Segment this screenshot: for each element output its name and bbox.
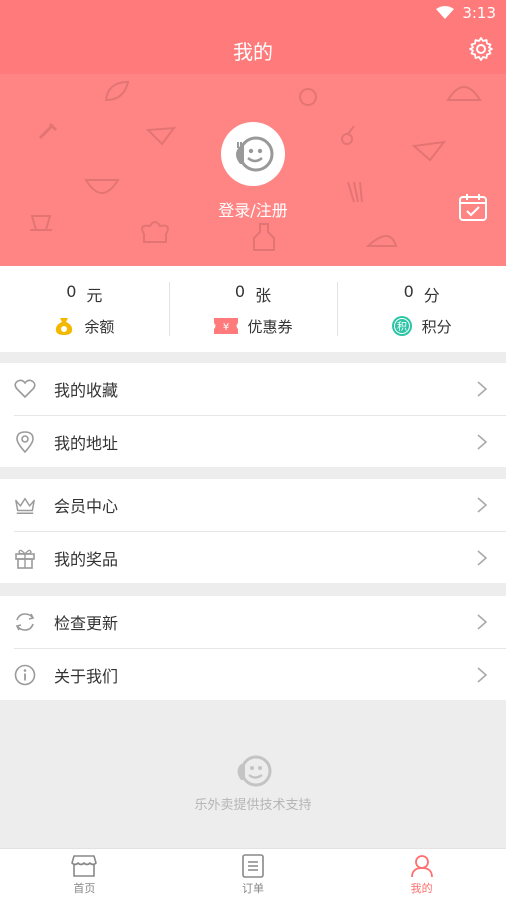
- profile-hero: 登录/注册: [0, 74, 506, 266]
- menu-group-favorites: 我的收藏 我的地址: [0, 363, 506, 467]
- balance-stat[interactable]: 0元 余额: [0, 266, 169, 352]
- balance-value: 0: [66, 281, 77, 301]
- watermelon-doodle-icon: [84, 179, 120, 194]
- points-label: 积分: [421, 317, 452, 336]
- menu-item-label: 我的地址: [54, 433, 119, 453]
- pizza-doodle-icon: [146, 126, 176, 146]
- menu-item-member-center[interactable]: 会员中心: [0, 479, 506, 531]
- taco-doodle-icon: [446, 86, 482, 101]
- menu-item-about-us[interactable]: 关于我们: [14, 648, 506, 700]
- store-icon: [71, 854, 98, 877]
- slice-doodle-icon: [412, 140, 446, 162]
- bottom-tab-bar: 首页 订单 我的: [0, 848, 506, 900]
- chevron-right-icon: [477, 667, 488, 683]
- tech-support-footer: 乐外卖提供技术支持: [0, 702, 506, 848]
- menu-item-prizes[interactable]: 我的奖品: [14, 531, 506, 583]
- points-value: 0: [403, 281, 414, 301]
- tab-orders[interactable]: 订单: [169, 849, 338, 900]
- order-list-icon: [242, 853, 264, 878]
- account-stats: 0元 余额 0张 ¥ 优惠券 0分 积 积分: [0, 266, 506, 352]
- menu-item-label: 我的奖品: [54, 549, 119, 569]
- spoon-doodle-icon: [38, 122, 58, 140]
- chevron-right-icon: [477, 434, 488, 450]
- status-time: 3:13: [462, 4, 496, 22]
- menu-group-about: 检查更新 关于我们: [0, 596, 506, 700]
- crown-icon: [14, 494, 36, 516]
- menu-item-address[interactable]: 我的地址: [14, 415, 506, 467]
- coupon-unit: 张: [255, 285, 272, 305]
- menu-item-label: 关于我们: [54, 666, 119, 686]
- coupon-label: 优惠券: [247, 317, 293, 336]
- tab-mine[interactable]: 我的: [337, 849, 506, 900]
- heart-icon: [14, 378, 36, 400]
- menu-item-label: 会员中心: [54, 497, 119, 516]
- settings-gear-icon[interactable]: [468, 36, 494, 62]
- location-pin-icon: [14, 430, 36, 453]
- points-icon: 积: [391, 316, 412, 336]
- coupon-value: 0: [234, 281, 246, 301]
- tab-label: 我的: [410, 881, 433, 895]
- menu-item-label: 我的收藏: [54, 381, 119, 400]
- app-logo-icon: [236, 136, 274, 172]
- balance-label: 余额: [84, 317, 115, 336]
- calendar-checkin-icon[interactable]: [458, 192, 488, 222]
- login-register-link[interactable]: 登录/注册: [0, 197, 506, 221]
- money-bag-icon: [56, 318, 73, 335]
- gift-icon: [14, 547, 36, 569]
- points-icon-glyph: 积: [397, 321, 407, 333]
- hat-doodle-icon: [141, 221, 169, 243]
- brand-logo-icon: [237, 755, 272, 787]
- balance-unit: 元: [86, 285, 103, 305]
- tab-home[interactable]: 首页: [0, 849, 169, 900]
- coupon-stat[interactable]: 0张 ¥ 优惠券: [168, 266, 338, 352]
- title-bar: 我的: [0, 26, 506, 74]
- tomato-doodle-icon: [299, 88, 317, 106]
- page-title: 我的: [233, 40, 273, 64]
- avatar[interactable]: [221, 122, 285, 186]
- tech-support-text: 乐外卖提供技术支持: [194, 798, 312, 813]
- menu-group-membership: 会员中心 我的奖品: [0, 479, 506, 583]
- points-stat[interactable]: 0分 积 积分: [337, 266, 506, 352]
- status-bar: 3:13: [0, 0, 506, 26]
- chevron-right-icon: [477, 497, 488, 513]
- coupon-icon: ¥: [213, 318, 238, 334]
- chevron-right-icon: [477, 614, 488, 630]
- chevron-right-icon: [477, 381, 488, 397]
- tab-label: 订单: [242, 881, 264, 895]
- user-icon: [410, 854, 433, 877]
- tab-label: 首页: [73, 881, 96, 895]
- svg-text:¥: ¥: [222, 322, 228, 333]
- menu-item-label: 检查更新: [54, 614, 119, 633]
- menu-item-favorites[interactable]: 我的收藏: [0, 363, 506, 415]
- cherry-doodle-icon: [341, 125, 355, 145]
- points-unit: 分: [423, 285, 440, 305]
- bottle-doodle-icon: [253, 223, 275, 251]
- pie-doodle-icon: [366, 235, 398, 247]
- menu-item-check-update[interactable]: 检查更新: [0, 596, 506, 648]
- chevron-right-icon: [477, 550, 488, 566]
- info-icon: [14, 664, 36, 686]
- wifi-icon: [436, 6, 455, 19]
- leaf-doodle-icon: [104, 80, 130, 102]
- refresh-icon: [14, 611, 36, 633]
